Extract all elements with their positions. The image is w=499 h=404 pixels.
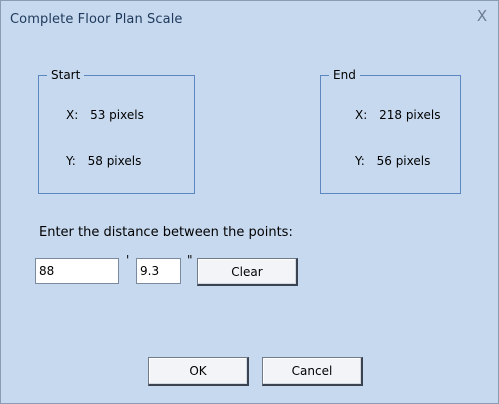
end-y-label: Y: [355,154,365,168]
inches-unit-label: " [187,253,193,267]
start-x-value: 53 pixels [90,108,144,122]
feet-input[interactable] [35,258,119,284]
feet-unit-label: ' [126,253,130,267]
start-x-row: X: 53 pixels [66,108,144,122]
end-group-label: End [329,67,360,83]
end-point-group: End X: 218 pixels Y: 56 pixels [320,67,461,194]
dialog-title: Complete Floor Plan Scale [10,12,183,27]
title-bar[interactable]: Complete Floor Plan Scale X [1,1,498,41]
end-x-value: 218 pixels [379,108,441,122]
start-y-label: Y: [66,154,76,168]
distance-prompt: Enter the distance between the points: [39,225,293,240]
end-x-row: X: 218 pixels [355,108,440,122]
floor-plan-scale-dialog: Complete Floor Plan Scale X Start X: 53 … [0,0,499,404]
start-group-label: Start [47,67,85,83]
ok-button[interactable]: OK [148,357,249,386]
inches-input[interactable] [136,258,181,284]
clear-button[interactable]: Clear [197,258,298,286]
end-x-label: X: [355,108,368,122]
start-point-group: Start X: 53 pixels Y: 58 pixels [38,67,195,194]
cancel-button[interactable]: Cancel [262,357,363,386]
start-x-label: X: [66,108,79,122]
start-y-row: Y: 58 pixels [66,154,141,168]
end-y-row: Y: 56 pixels [355,154,430,168]
end-y-value: 56 pixels [376,154,431,168]
start-y-value: 58 pixels [87,154,142,168]
close-icon[interactable]: X [473,7,491,25]
